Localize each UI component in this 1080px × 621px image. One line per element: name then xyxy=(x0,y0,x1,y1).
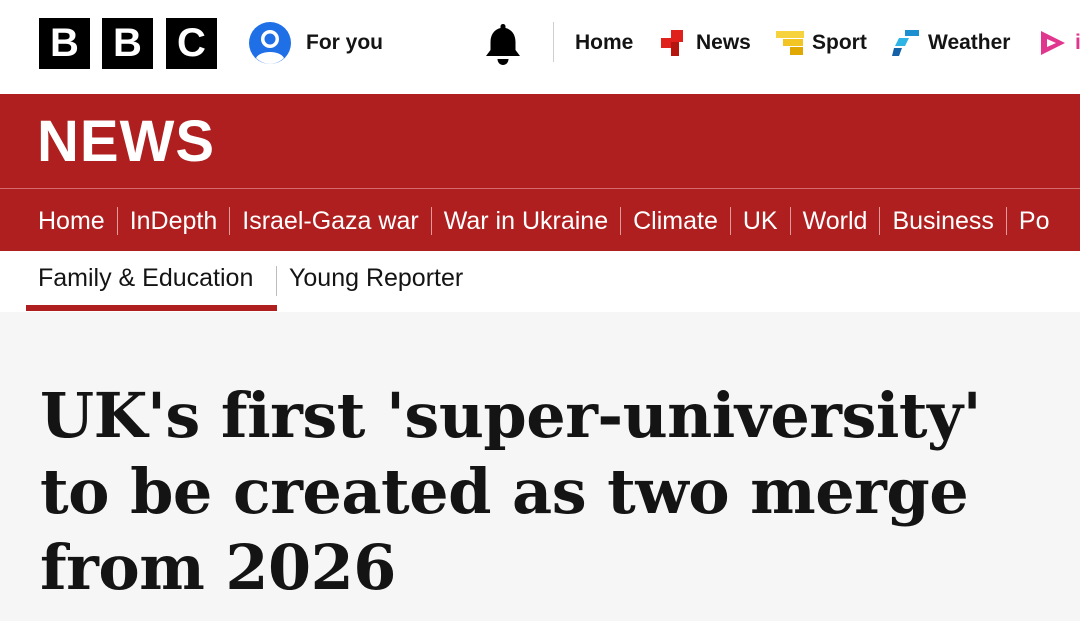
section-nav-separator xyxy=(116,207,118,235)
top-nav-iplayer[interactable]: i xyxy=(1038,24,1080,62)
section-nav-indepth[interactable]: InDepth xyxy=(130,207,218,236)
article-headline: UK's first 'super-university' to be crea… xyxy=(40,379,982,604)
section-nav-separator xyxy=(1005,207,1007,235)
top-nav-home[interactable]: Home xyxy=(575,24,633,62)
news-wordmark[interactable]: NEWS xyxy=(37,110,215,174)
top-nav-weather[interactable]: Weather xyxy=(891,24,1010,62)
section-nav-separator xyxy=(430,207,432,235)
top-nav-sport-label: Sport xyxy=(812,31,867,54)
top-nav-news[interactable]: News xyxy=(659,24,751,62)
section-nav-war-in-ukraine[interactable]: War in Ukraine xyxy=(444,207,608,236)
bbc-news-page: B B C For you Home News Sport Weather i … xyxy=(0,0,1080,621)
section-nav-separator xyxy=(789,207,791,235)
section-nav-home[interactable]: Home xyxy=(38,207,105,236)
section-nav: Home InDepth Israel-Gaza war War in Ukra… xyxy=(38,202,1049,240)
notifications-bell-icon[interactable] xyxy=(482,21,524,67)
account-icon xyxy=(249,22,291,64)
bbc-logo-letter: B xyxy=(102,18,153,69)
top-nav-weather-label: Weather xyxy=(928,31,1011,54)
header-divider xyxy=(553,22,554,62)
section-nav-separator xyxy=(620,207,622,235)
section-nav-uk[interactable]: UK xyxy=(743,207,778,236)
section-nav-separator xyxy=(229,207,231,235)
sub-nav-young-reporter[interactable]: Young Reporter xyxy=(289,264,463,293)
top-nav-news-label: News xyxy=(696,31,751,54)
sub-nav-active-indicator xyxy=(26,305,277,311)
section-nav-separator xyxy=(729,207,731,235)
top-nav-iplayer-label: i xyxy=(1075,31,1080,54)
sub-nav-family-education[interactable]: Family & Education xyxy=(38,264,253,293)
banner-divider xyxy=(0,188,1080,189)
for-you-label: For you xyxy=(306,31,383,54)
for-you-link[interactable]: For you xyxy=(249,22,383,64)
section-nav-separator xyxy=(879,207,881,235)
weather-icon xyxy=(892,30,919,56)
news-icon xyxy=(661,30,683,56)
bbc-logo-letter: B xyxy=(39,18,90,69)
section-nav-world[interactable]: World xyxy=(803,207,868,236)
bbc-logo-letter: C xyxy=(166,18,217,69)
section-nav-israel-gaza-war[interactable]: Israel-Gaza war xyxy=(242,207,418,236)
iplayer-icon xyxy=(1041,31,1065,55)
top-nav-sport[interactable]: Sport xyxy=(775,24,867,62)
sub-nav-separator xyxy=(276,266,277,296)
top-bar: B B C For you Home News Sport Weather i xyxy=(0,0,1080,94)
section-nav-business[interactable]: Business xyxy=(892,207,993,236)
section-nav-climate[interactable]: Climate xyxy=(633,207,718,236)
top-nav-home-label: Home xyxy=(575,31,634,54)
section-nav-politics-truncated[interactable]: Po xyxy=(1019,207,1050,236)
sport-icon xyxy=(776,31,804,55)
